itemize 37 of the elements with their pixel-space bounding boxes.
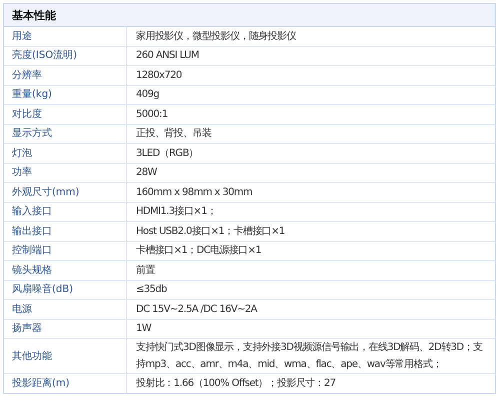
spec-value: 正投、背投、吊装 <box>136 126 212 142</box>
spec-label: 显示方式 <box>12 127 52 140</box>
spec-label: 镜头规格 <box>12 264 52 277</box>
spec-label: 扬声器 <box>12 322 42 336</box>
spec-label: 控制端口 <box>12 244 52 258</box>
spec-label: 输入接口 <box>12 205 52 218</box>
spec-value: HDMI1.3接口×1； <box>136 204 216 220</box>
spec-label: 亮度(ISO流明) <box>12 49 77 62</box>
spec-value: 前置 <box>136 264 155 278</box>
spec-label: 输出接口 <box>12 224 52 238</box>
spec-value: ≤35db <box>136 283 167 298</box>
spec-label: 灯泡 <box>12 146 32 160</box>
spec-value: 投射比：1.66（100% Offset）；投影尺寸：27 <box>136 376 336 391</box>
spec-value: 3LED（RGB） <box>136 146 198 161</box>
spec-label: 其他功能 <box>12 350 52 362</box>
spec-label: 投影距离(m) <box>12 376 70 390</box>
spec-label: 外观尺寸(mm) <box>12 186 80 199</box>
spec-label: 对比度 <box>12 108 42 121</box>
spec-value: 260 ANSI LUM <box>136 49 199 64</box>
spec-label: 电源 <box>12 302 32 316</box>
spec-label: 重量(kg) <box>12 88 52 102</box>
spec-value: 5000:1 <box>136 108 168 122</box>
spec-label: 功率 <box>12 166 32 180</box>
spec-value: 1W <box>136 322 152 336</box>
spec-value: Host USB2.0接口×1；卡槽接口×1 <box>136 224 285 239</box>
spec-value: 28W <box>136 166 157 180</box>
spec-label: 用途 <box>12 30 32 43</box>
spec-value: 家用投影仪，微型投影仪，随身投影仪 <box>136 30 296 44</box>
spec-value: 160mm x 98mm x 30mm <box>136 186 252 200</box>
spec-value: DC 15V~2.5A /DC 16V~2A <box>136 302 257 317</box>
section-title: 基本性能 <box>12 8 56 22</box>
spec-value: 支持快门式3D图像显示，支持外接3D视频源信号输出，在线3D解码、2D转3D；支持mp3、acc、amr、m4a、mid、wma、flac、ape、wav等常用格式； <box>136 340 484 372</box>
spec-label: 分辨率 <box>12 68 42 82</box>
spec-value: 409g <box>136 88 160 102</box>
spec-value: 卡槽接口×1；DC电源接口×1 <box>136 244 262 258</box>
spec-value: 1280x720 <box>136 68 182 83</box>
spec-label: 风扇噪音(dB) <box>12 283 74 296</box>
